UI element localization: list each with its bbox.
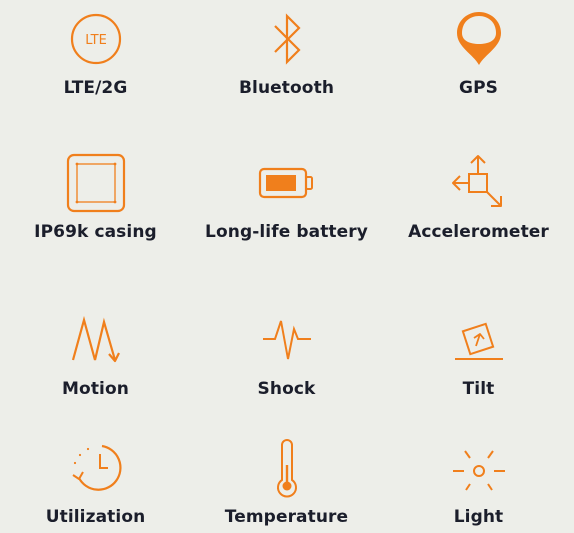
- bluetooth-icon: [252, 8, 322, 70]
- feature-ip69k: IP69k casing: [0, 152, 191, 242]
- feature-battery: Long-life battery: [191, 152, 382, 242]
- feature-label-shock: Shock: [257, 379, 316, 399]
- feature-tilt: Tilt: [383, 309, 574, 399]
- battery-icon: [252, 152, 322, 214]
- feature-label-lte: LTE/2G: [63, 78, 128, 98]
- casing-box-icon: [61, 152, 131, 214]
- feature-label-motion: Motion: [62, 379, 129, 399]
- gps-pin-icon: [444, 8, 514, 70]
- motion-zigzag-icon: [61, 309, 131, 371]
- feature-label-gps: GPS: [459, 78, 498, 98]
- feature-label-ip69k: IP69k casing: [34, 222, 157, 242]
- feature-label-utilization: Utilization: [45, 507, 146, 527]
- utilization-clock-icon: [61, 437, 131, 499]
- accelerometer-icon: [444, 152, 514, 214]
- feature-utilization: Utilization: [0, 437, 191, 527]
- feature-label-temperature: Temperature: [224, 507, 349, 527]
- feature-label-tilt: Tilt: [462, 379, 495, 399]
- feature-gps: GPS: [383, 8, 574, 98]
- feature-shock: Shock: [191, 309, 382, 399]
- tilt-icon: [444, 309, 514, 371]
- lte-badge-text: LTE: [85, 33, 107, 48]
- feature-label-light: Light: [453, 507, 504, 527]
- thermometer-icon: [252, 437, 322, 499]
- feature-motion: Motion: [0, 309, 191, 399]
- shock-pulse-icon: [252, 309, 322, 371]
- feature-lte: LTE LTE/2G: [0, 8, 191, 98]
- feature-bluetooth: Bluetooth: [191, 8, 382, 98]
- feature-light: Light: [383, 437, 574, 527]
- feature-temperature: Temperature: [191, 437, 382, 527]
- feature-accelerometer: Accelerometer: [383, 152, 574, 242]
- lte-circle-icon: LTE: [61, 8, 131, 70]
- feature-label-battery: Long-life battery: [205, 222, 368, 242]
- feature-label-accelerometer: Accelerometer: [408, 222, 549, 242]
- feature-label-bluetooth: Bluetooth: [238, 78, 335, 98]
- light-sun-icon: [444, 437, 514, 499]
